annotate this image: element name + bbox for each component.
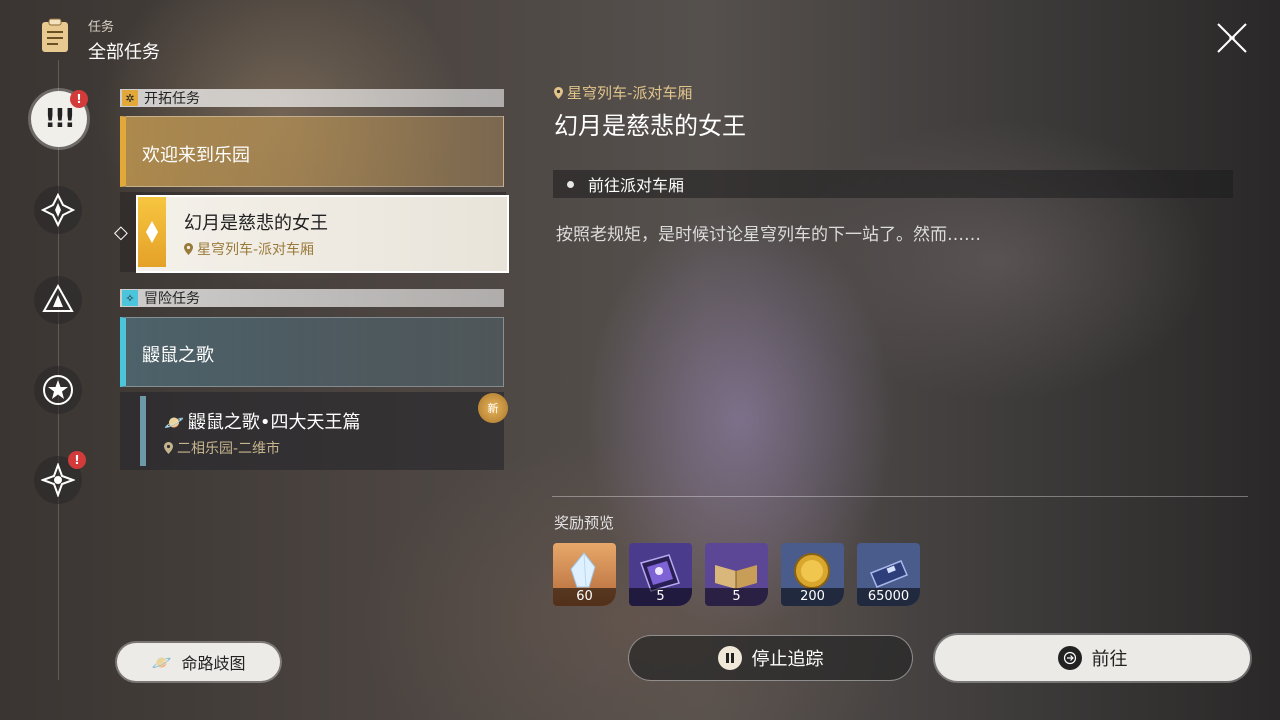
- quest-title: 鼹鼠之歌: [142, 345, 214, 366]
- detail-location: 星穹列车-派对车厢: [554, 82, 692, 103]
- reward-count: 60: [553, 588, 616, 606]
- quest-title: 欢迎来到乐园: [142, 145, 250, 166]
- notification-badge: !: [68, 451, 86, 469]
- pause-icon: [717, 646, 742, 670]
- page-title: 全部任务: [88, 42, 160, 63]
- rewards-label: 奖励预览: [554, 514, 615, 532]
- reward-item[interactable]: 65000: [857, 543, 920, 606]
- divider: [552, 496, 1248, 497]
- reward-item[interactable]: 200: [781, 543, 844, 606]
- adventure-section-icon: ✧: [122, 290, 138, 306]
- planet-icon: 🪐: [151, 652, 172, 672]
- exclamation-icon: !!!: [44, 104, 76, 134]
- rail-trailblaze-button[interactable]: [34, 186, 82, 234]
- section-header-adventure: ✧ 冒险任务: [120, 289, 504, 307]
- triangle-star-icon: [42, 283, 74, 312]
- location-pin-icon: [164, 442, 173, 454]
- header-category: 任务: [88, 20, 115, 35]
- close-icon[interactable]: [1214, 20, 1250, 56]
- reward-count: 5: [629, 588, 692, 606]
- trailblaze-diamond-icon: [146, 221, 158, 243]
- quest-card[interactable]: 🪐 鼹鼠之歌•四大天王篇 二相乐园-二维市: [120, 392, 504, 470]
- quest-title: 🪐 鼹鼠之歌•四大天王篇: [164, 412, 361, 433]
- reward-item[interactable]: 5: [705, 543, 768, 606]
- clipboard-icon: [42, 18, 68, 52]
- quest-title: 幻月是慈悲的女王: [184, 213, 328, 234]
- path-map-button[interactable]: 🪐 命路歧图: [117, 643, 280, 681]
- quest-location: 星穹列车-派对车厢: [184, 239, 314, 259]
- reward-item[interactable]: 5: [629, 543, 692, 606]
- reward-count: 200: [781, 588, 844, 606]
- trailblaze-section-icon: ✲: [122, 90, 138, 106]
- stop-tracking-button[interactable]: 停止追踪: [628, 635, 913, 681]
- quest-accent-bar: [140, 396, 146, 466]
- quest-card-selected[interactable]: 幻月是慈悲的女王 星穹列车-派对车厢: [136, 195, 509, 273]
- section-header-trailblaze: ✲ 开拓任务: [120, 89, 504, 107]
- quest-location: 二相乐园-二维市: [164, 438, 280, 458]
- detail-description: 按照老规矩，是时候讨论星穹列车的下一站了。然而……: [556, 225, 981, 245]
- step-bullet: [567, 180, 574, 188]
- quest-type-strip: [138, 197, 166, 267]
- new-badge: 新: [478, 393, 508, 423]
- enter-icon: [1057, 646, 1082, 670]
- detail-title: 幻月是慈悲的女王: [554, 112, 746, 140]
- quest-step: 前往派对车厢: [553, 170, 1233, 198]
- notification-badge: !: [70, 90, 88, 108]
- reward-count: 5: [705, 588, 768, 606]
- reward-item[interactable]: 60: [553, 543, 616, 606]
- location-pin-icon: [554, 87, 563, 99]
- planet-icon: 🪐: [164, 413, 184, 432]
- diamond-star-icon: [41, 193, 75, 227]
- reward-count: 65000: [857, 588, 920, 606]
- quest-card[interactable]: 欢迎来到乐园: [120, 116, 504, 187]
- four-point-star-icon: [41, 463, 75, 497]
- rail-companion-button[interactable]: [34, 276, 82, 324]
- rail-adventure-button[interactable]: [34, 366, 82, 414]
- go-button[interactable]: 前往: [935, 635, 1250, 681]
- quest-card[interactable]: 鼹鼠之歌: [120, 317, 504, 387]
- selection-arrow-icon: ◇: [114, 222, 128, 243]
- location-pin-icon: [184, 243, 193, 255]
- star-outline-icon: [43, 375, 73, 405]
